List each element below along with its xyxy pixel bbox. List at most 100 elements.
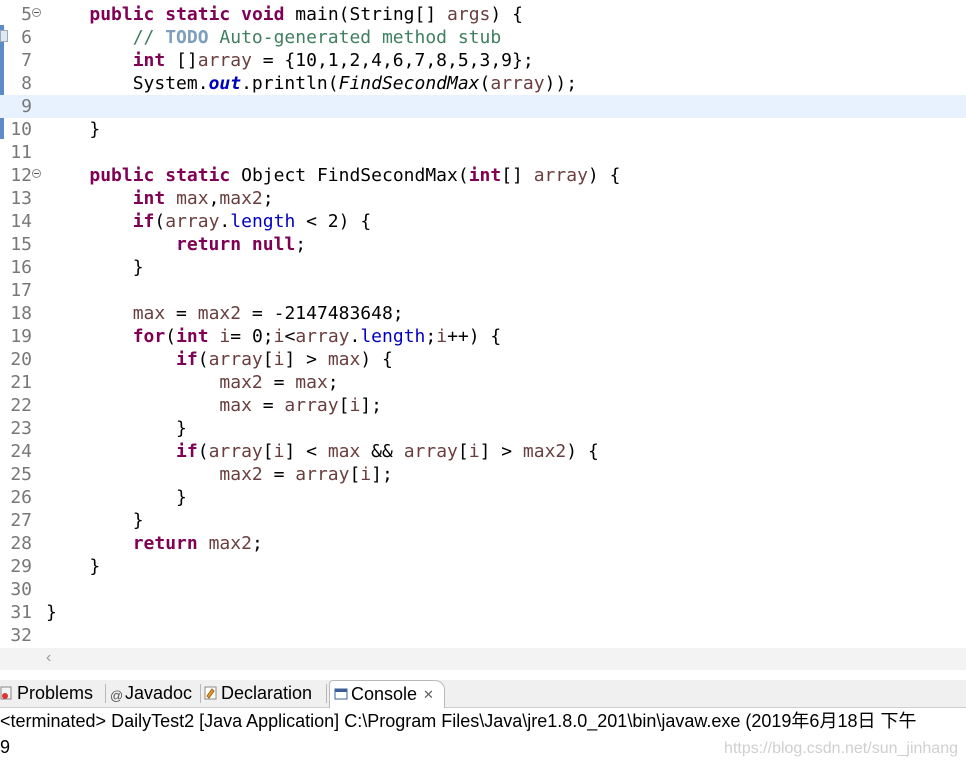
close-icon[interactable]: ✕ — [423, 687, 434, 702]
code-token: . — [349, 326, 361, 347]
code-token: )); — [544, 73, 578, 94]
code-token: length — [360, 326, 426, 347]
code-line[interactable]: 28 return max2; — [0, 532, 966, 555]
horizontal-scrollbar[interactable]: ‹ — [0, 648, 966, 670]
code-token: array — [295, 326, 350, 347]
code-line[interactable]: 11 — [0, 141, 966, 164]
code-token: Object FindSecondMax( — [230, 165, 469, 186]
collapse-fold-icon[interactable] — [32, 8, 41, 17]
code-line[interactable]: 26 } — [0, 486, 966, 509]
code-token: ( — [479, 73, 491, 94]
code-text: max = array[i]; — [46, 394, 382, 417]
code-token: void — [241, 4, 285, 25]
code-token: i — [468, 441, 480, 462]
collapse-fold-icon[interactable] — [32, 169, 41, 178]
code-token: [ — [349, 464, 361, 485]
code-line[interactable]: 29 } — [0, 555, 966, 578]
line-number: 11 — [10, 142, 32, 163]
code-token: int — [176, 326, 209, 347]
code-token: TODO — [165, 27, 209, 48]
code-line[interactable]: 22 max = array[i]; — [0, 394, 966, 417]
code-token: ; — [251, 533, 263, 554]
code-line[interactable]: 15 return null; — [0, 233, 966, 256]
code-token: array — [533, 165, 588, 186]
code-line[interactable]: 9 — [0, 95, 966, 118]
tab-declaration[interactable]: Declaration — [204, 680, 312, 707]
code-line[interactable]: 20 if(array[i] > max) { — [0, 348, 966, 371]
code-token: = 0; — [230, 326, 274, 347]
code-line[interactable]: 17 — [0, 279, 966, 302]
code-token: [ — [262, 441, 274, 462]
code-line[interactable]: 32 — [0, 624, 966, 647]
tab-console[interactable]: Console ✕ — [329, 680, 445, 708]
code-token: ; — [262, 188, 274, 209]
code-line[interactable]: 14 if(array.length < 2) { — [0, 210, 966, 233]
code-token: max — [132, 303, 166, 324]
code-line[interactable]: 19 for(int i= 0;i<array.length;i++) { — [0, 325, 966, 348]
code-token: max2 — [219, 464, 263, 485]
code-line[interactable]: 30 — [0, 578, 966, 601]
code-token: static — [165, 165, 231, 186]
code-token: } — [46, 119, 101, 140]
code-text: } — [46, 118, 100, 141]
code-token: return — [132, 533, 198, 554]
code-token: ; — [425, 326, 437, 347]
code-token: = — [262, 464, 296, 485]
code-token: return — [176, 234, 242, 255]
code-token: if — [176, 441, 198, 462]
code-line[interactable]: 12 public static Object FindSecondMax(in… — [0, 164, 966, 187]
code-line[interactable]: 8 System.out.println(FindSecondMax(array… — [0, 72, 966, 95]
code-token: } — [46, 418, 187, 439]
code-line[interactable]: 5 public static void main(String[] args)… — [0, 3, 966, 26]
code-token: [] — [165, 50, 198, 71]
code-line[interactable]: 27 } — [0, 509, 966, 532]
scroll-left-icon[interactable]: ‹ — [46, 649, 51, 667]
tab-problems[interactable]: Problems — [0, 680, 93, 707]
code-token: i — [273, 349, 285, 370]
code-line[interactable]: 16 } — [0, 256, 966, 279]
view-tab-bar: Problems @Javadoc Declaration Console ✕ — [0, 680, 966, 708]
code-token: array — [490, 73, 545, 94]
code-text: for(int i= 0;i<array.length;i++) { — [46, 325, 502, 348]
code-line[interactable]: 23 } — [0, 417, 966, 440]
code-token: max — [295, 372, 328, 393]
code-token: i — [436, 326, 448, 347]
code-token: max2 — [522, 441, 567, 462]
code-token: if — [132, 211, 155, 232]
code-token: ; — [295, 234, 307, 255]
code-token: max2 — [219, 372, 263, 393]
code-token: int — [132, 50, 166, 71]
code-line[interactable]: 31} — [0, 601, 966, 624]
code-line[interactable]: 21 max2 = max; — [0, 371, 966, 394]
code-text: // TODO Auto-generated method stub — [46, 26, 501, 49]
code-line[interactable]: 25 max2 = array[i]; — [0, 463, 966, 486]
line-number: 20 — [10, 349, 32, 370]
code-line[interactable]: 13 int max,max2; — [0, 187, 966, 210]
code-token: ( — [197, 349, 209, 370]
code-text: if(array.length < 2) { — [46, 210, 371, 233]
tab-javadoc[interactable]: @Javadoc — [110, 680, 192, 707]
annotation-marker-icon[interactable] — [0, 30, 8, 42]
line-number: 7 — [21, 50, 32, 71]
line-number: 10 — [10, 119, 32, 140]
code-line[interactable]: 24 if(array[i] < max && array[i] > max2)… — [0, 440, 966, 463]
code-editor[interactable]: 5 public static void main(String[] args)… — [0, 0, 966, 648]
code-line[interactable]: 18 max = max2 = -2147483648; — [0, 302, 966, 325]
code-line[interactable]: 6 // TODO Auto-generated method stub — [0, 26, 966, 49]
code-line[interactable]: 7 int []array = {10,1,2,4,6,7,8,5,3,9}; — [0, 49, 966, 72]
code-token: array — [165, 211, 220, 232]
code-text: max2 = max; — [46, 371, 338, 394]
code-token: array — [284, 395, 339, 416]
console-icon — [334, 682, 348, 700]
code-line[interactable]: 10 } — [0, 118, 966, 141]
code-token: .println( — [241, 73, 339, 94]
